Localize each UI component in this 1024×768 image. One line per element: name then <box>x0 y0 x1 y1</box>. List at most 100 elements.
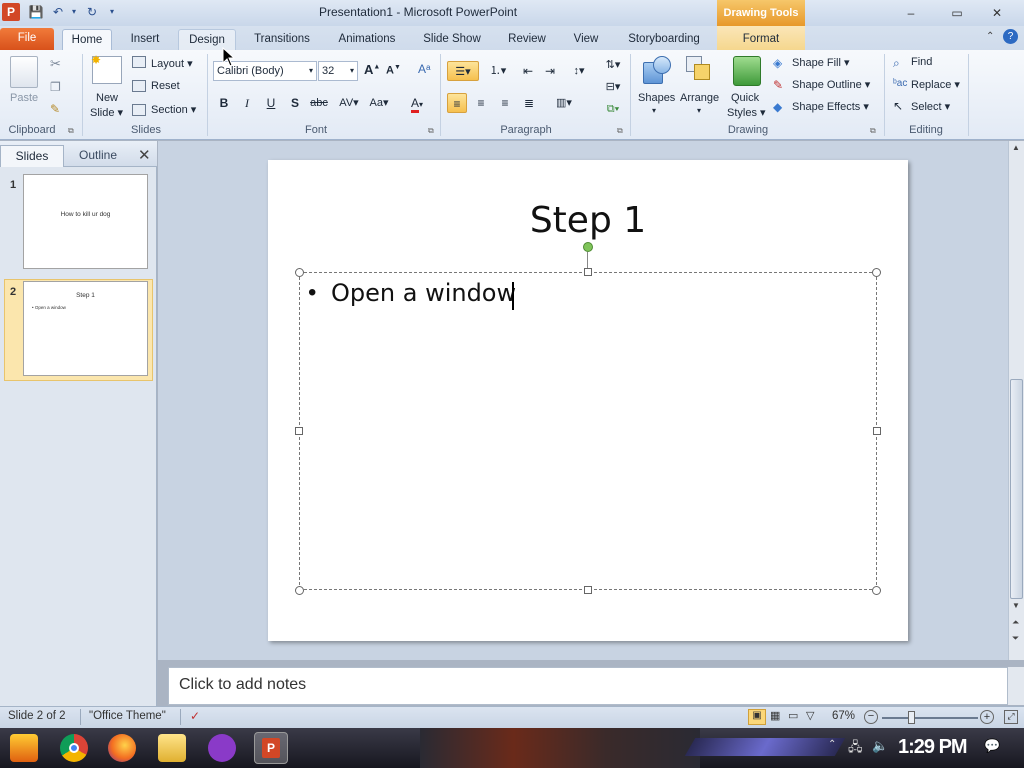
file-explorer-icon[interactable] <box>158 734 186 762</box>
tab-slide-show[interactable]: Slide Show <box>414 29 490 50</box>
section-icon[interactable] <box>132 104 146 116</box>
font-color-button[interactable]: A▾ <box>404 93 430 113</box>
tab-home[interactable]: Home <box>62 29 112 50</box>
align-center-button[interactable]: ≡ <box>471 93 491 113</box>
columns-button[interactable]: ▥▾ <box>550 93 578 113</box>
minimize-ribbon-icon[interactable]: ⌃ <box>986 31 994 42</box>
theme-name[interactable]: "Office Theme" <box>89 710 166 722</box>
shrink-font-icon[interactable]: A▼ <box>386 64 401 77</box>
change-case-button[interactable]: Aa▾ <box>366 93 392 113</box>
shape-fill-button[interactable]: Shape Fill ▾ <box>792 56 850 69</box>
select-icon[interactable]: ↖ <box>893 99 903 113</box>
shape-fill-icon[interactable]: ◈ <box>773 56 782 70</box>
resize-handle[interactable] <box>873 427 881 435</box>
font-launcher-icon[interactable]: ⧉ <box>428 126 434 136</box>
new-slide-dropdown[interactable]: Slide ▾ <box>90 106 123 119</box>
font-size-combo[interactable]: 32 ▾ <box>318 61 358 81</box>
find-button[interactable]: Find <box>911 56 932 68</box>
arrange-icon[interactable] <box>686 56 714 86</box>
numbering-button[interactable]: ⒈▾ <box>484 61 512 81</box>
resize-handle[interactable] <box>872 586 881 595</box>
tab-file[interactable]: File <box>0 28 54 50</box>
underline-button[interactable]: U <box>261 93 281 113</box>
resize-handle[interactable] <box>295 586 304 595</box>
clock[interactable]: 1:29 PM <box>898 736 968 759</box>
select-button[interactable]: Select ▾ <box>911 100 950 113</box>
shapes-button[interactable]: Shapes <box>638 92 675 104</box>
tab-insert[interactable]: Insert <box>120 29 170 50</box>
previous-slide-icon[interactable]: ⏶ <box>1012 617 1019 628</box>
text-direction-button[interactable]: ⇅▾ <box>600 55 626 75</box>
justify-button[interactable]: ≣ <box>519 93 539 113</box>
chrome-icon[interactable] <box>60 734 88 762</box>
section-button[interactable]: Section ▾ <box>151 103 196 116</box>
tab-outline[interactable]: Outline <box>66 145 130 167</box>
shape-effects-icon[interactable]: ◆ <box>773 100 782 114</box>
replace-icon[interactable]: ᵇac <box>893 78 907 89</box>
resize-handle[interactable] <box>872 268 881 277</box>
zoom-out-icon[interactable]: − <box>864 710 878 724</box>
slide-thumbnail-2[interactable]: Step 1 • Open a window <box>23 281 148 376</box>
resize-handle[interactable] <box>584 586 592 594</box>
resize-handle[interactable] <box>584 268 592 276</box>
resize-handle[interactable] <box>295 427 303 435</box>
slide-show-icon[interactable]: ▽ <box>806 709 814 722</box>
slide-thumbnail-1[interactable]: How to kill ur dog <box>23 174 148 269</box>
start-button-icon[interactable] <box>10 734 38 762</box>
reading-view-icon[interactable]: ▭ <box>788 709 798 722</box>
clipboard-launcher-icon[interactable]: ⧉ <box>68 126 74 136</box>
notes-pane[interactable]: Click to add notes <box>168 667 1008 705</box>
bold-button[interactable]: B <box>214 93 234 113</box>
tab-storyboarding[interactable]: Storyboarding <box>618 29 710 50</box>
bullets-button[interactable]: ☰▾ <box>447 61 479 81</box>
scroll-up-icon[interactable]: ▲ <box>1012 143 1020 152</box>
grow-font-icon[interactable]: A▲ <box>364 62 380 77</box>
character-spacing-button[interactable]: AV▾ <box>336 93 362 113</box>
tab-transitions[interactable]: Transitions <box>244 29 320 50</box>
show-hidden-icons[interactable]: ⌃ <box>828 739 836 750</box>
shadow-button[interactable]: S <box>285 93 305 113</box>
content-placeholder[interactable]: • Open a window <box>299 272 877 590</box>
strikethrough-button[interactable]: abc <box>309 93 329 113</box>
spell-check-icon[interactable]: ✓ <box>190 709 200 723</box>
quick-styles-icon[interactable] <box>733 56 761 86</box>
scroll-down-icon[interactable]: ▼ <box>1012 601 1020 610</box>
shape-effects-button[interactable]: Shape Effects ▾ <box>792 100 869 113</box>
paste-button[interactable]: Paste <box>10 92 38 104</box>
new-slide-label[interactable]: New <box>96 92 118 104</box>
align-right-button[interactable]: ≡ <box>495 93 515 113</box>
resize-handle[interactable] <box>295 268 304 277</box>
firefox-icon[interactable] <box>108 734 136 762</box>
zoom-level[interactable]: 67% <box>832 710 855 722</box>
tab-slides[interactable]: Slides <box>0 145 64 167</box>
reset-button[interactable]: Reset <box>151 80 180 92</box>
slide-canvas[interactable]: Step 1 • Open a window <box>268 160 908 641</box>
notes-scrollbar[interactable] <box>1008 667 1024 705</box>
tab-view[interactable]: View <box>564 29 608 50</box>
increase-indent-button[interactable]: ⇥ <box>540 61 560 81</box>
volume-icon[interactable]: 🔈 <box>872 738 888 754</box>
layout-icon[interactable] <box>132 56 146 68</box>
quick-styles-label[interactable]: Quick <box>731 92 759 104</box>
line-spacing-button[interactable]: ↕▾ <box>566 61 592 81</box>
align-text-button[interactable]: ⊟▾ <box>600 77 626 97</box>
replace-button[interactable]: Replace ▾ <box>911 78 960 91</box>
close-button[interactable]: ✕ <box>982 4 1012 22</box>
reset-icon[interactable] <box>132 80 146 92</box>
smartart-button[interactable]: ⧉▾ <box>600 99 626 119</box>
zoom-slider-track[interactable] <box>882 717 978 719</box>
help-icon[interactable]: ? <box>1003 29 1018 44</box>
copy-icon[interactable]: ❐ <box>50 80 61 94</box>
tab-review[interactable]: Review <box>500 29 554 50</box>
slide-title[interactable]: Step 1 <box>268 200 908 241</box>
close-pane-icon[interactable]: ✕ <box>138 146 151 164</box>
slide-bullet-text[interactable]: Open a window <box>331 279 516 307</box>
shapes-icon[interactable] <box>643 56 671 86</box>
clear-formatting-icon[interactable]: Aᵃ <box>418 62 430 76</box>
network-icon[interactable]: 🖧 <box>848 738 863 760</box>
fit-to-window-icon[interactable]: ⤢ <box>1004 710 1018 724</box>
cut-icon[interactable]: ✂ <box>50 56 61 72</box>
maximize-button[interactable]: ▭ <box>942 4 972 22</box>
find-icon[interactable]: ⌕ <box>893 56 900 71</box>
arrange-button[interactable]: Arrange <box>680 92 719 104</box>
